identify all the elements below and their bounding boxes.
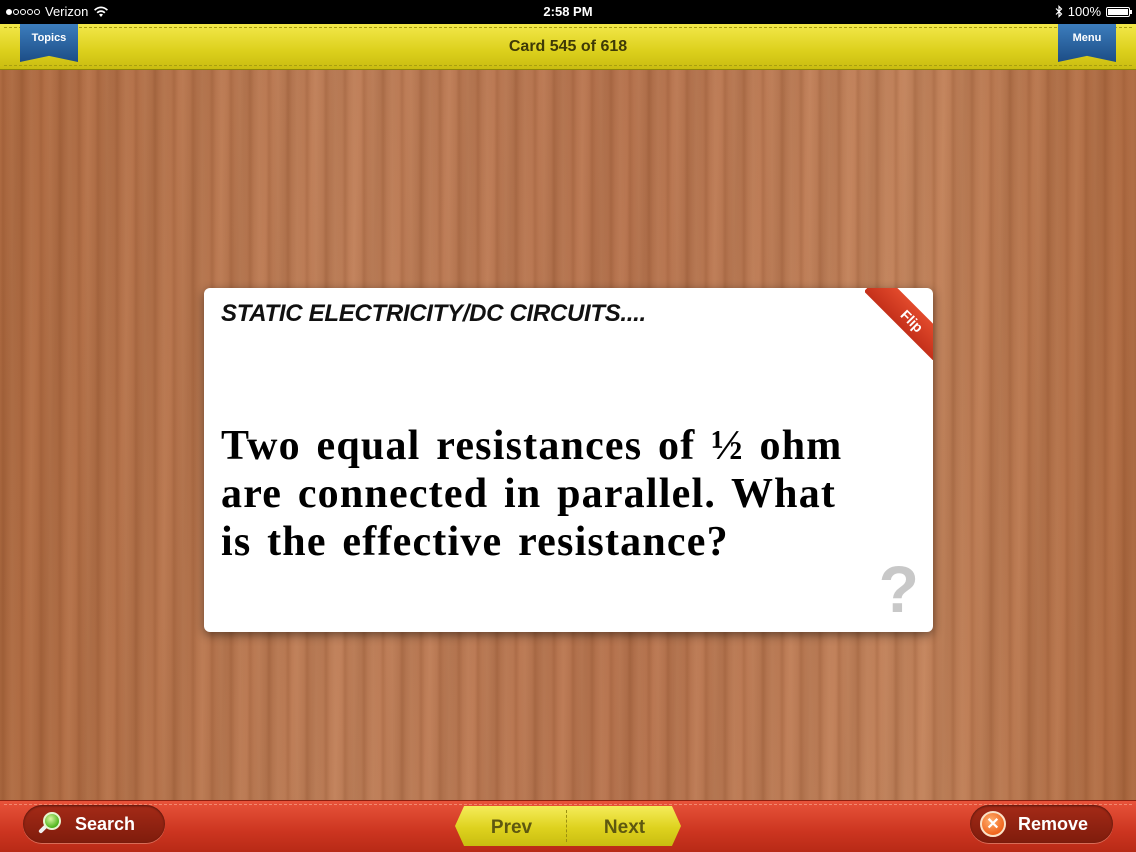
bottom-toolbar: Search Prev Next ✕ Remove	[0, 800, 1136, 852]
battery-percent: 100%	[1067, 4, 1101, 19]
prev-button[interactable]: Prev	[455, 806, 568, 846]
menu-button[interactable]: Menu	[1058, 24, 1116, 62]
battery-icon	[1106, 6, 1132, 17]
card-counter: Card 545 of 618	[508, 38, 628, 55]
question-mark-icon[interactable]: ?	[879, 556, 919, 622]
search-label: Search	[75, 813, 136, 834]
close-icon: ✕	[980, 811, 1006, 837]
search-button[interactable]: Search	[23, 805, 165, 843]
flash-card[interactable]: STATIC ELECTRICITY/DC CIRCUITS.... Two e…	[204, 288, 933, 632]
flip-label: Flip	[865, 288, 933, 360]
bluetooth-icon	[1055, 5, 1063, 18]
remove-button[interactable]: ✕ Remove	[970, 805, 1113, 843]
search-icon	[37, 810, 65, 838]
card-question: Two equal resistances of ½ ohm are conne…	[221, 423, 843, 565]
status-right: 100%	[1055, 4, 1132, 19]
next-button[interactable]: Next	[568, 806, 681, 846]
status-time: 2:58 PM	[543, 4, 593, 19]
status-bar: Verizon 2:58 PM 100%	[0, 0, 1136, 24]
remove-label: Remove	[1018, 813, 1089, 834]
card-navigation: Prev Next	[455, 806, 681, 846]
top-toolbar: Topics Card 545 of 618 Menu	[0, 24, 1136, 70]
flip-button[interactable]: Flip	[865, 288, 933, 360]
card-topic: STATIC ELECTRICITY/DC CIRCUITS....	[221, 300, 646, 327]
